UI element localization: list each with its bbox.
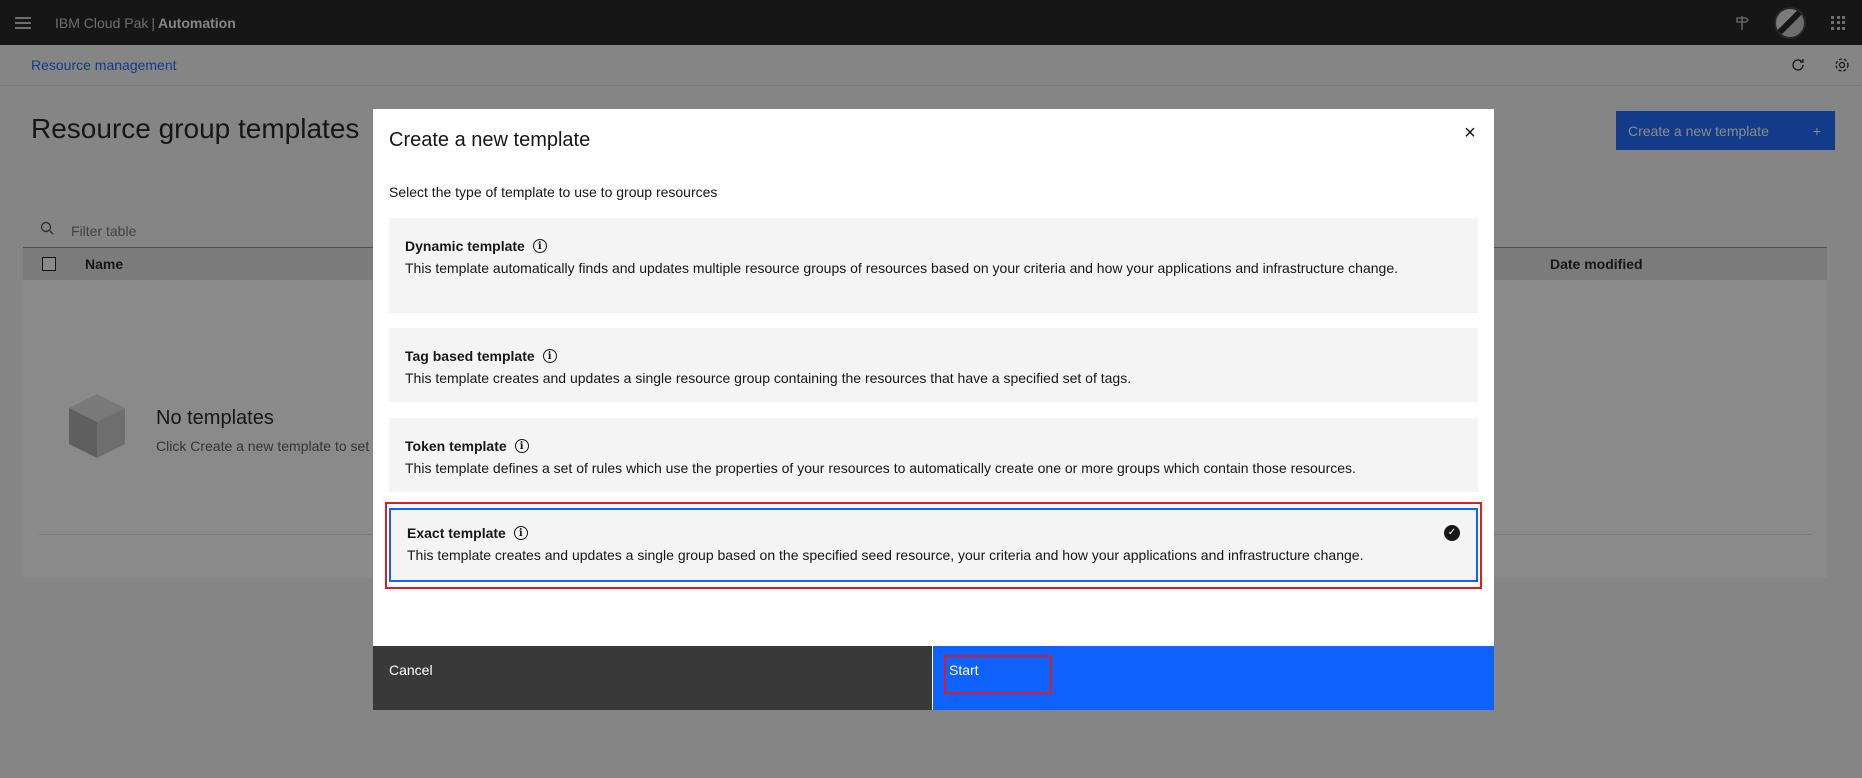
info-icon[interactable]: i [542,349,557,363]
option-token-template[interactable]: Token template i This template defines a … [389,418,1478,492]
option-dynamic-template[interactable]: Dynamic template i This template automati… [389,218,1478,313]
option-title: Token template [405,438,507,454]
modal-title: Create a new template [389,129,591,151]
info-icon[interactable]: i [513,526,528,540]
create-template-modal: Create a new template × Select the type … [373,109,1494,710]
option-exact-template[interactable]: Exact template i This template creates an… [389,508,1478,582]
option-tag-based-template[interactable]: Tag based template i This template create… [389,328,1478,402]
option-description: This template defines a set of rules whi… [405,460,1356,476]
option-description: This template creates and updates a sing… [405,370,1132,386]
option-title: Exact template [407,525,506,541]
modal-footer: Cancel Start [373,646,1494,710]
checkmark-icon: ✓ [1444,525,1460,541]
close-icon[interactable]: × [1458,121,1482,145]
option-description: This template creates and updates a sing… [407,547,1364,563]
option-title: Dynamic template [405,238,525,254]
info-icon[interactable]: i [514,439,529,453]
option-title: Tag based template [405,348,535,364]
option-description: This template automatically finds and up… [405,260,1398,276]
info-icon[interactable]: i [532,239,547,253]
cancel-button[interactable]: Cancel [373,646,932,710]
modal-subtitle: Select the type of template to use to gr… [389,184,718,200]
start-label: Start [949,662,979,678]
start-button[interactable]: Start [932,646,1494,710]
